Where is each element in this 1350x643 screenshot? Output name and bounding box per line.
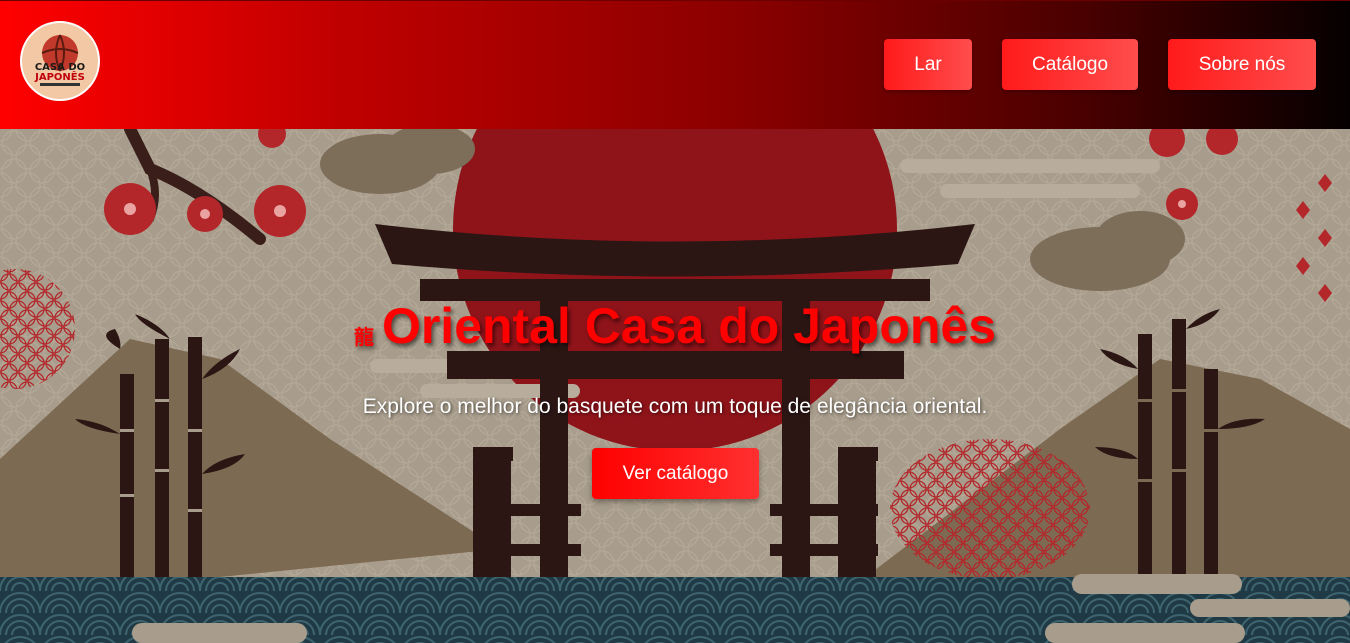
nav-about-button[interactable]: Sobre nós: [1168, 39, 1316, 90]
logo-text-line2: JAPONÊS: [34, 70, 85, 83]
basketball-logo-icon: CASA DO JAPONÊS: [34, 34, 85, 86]
site-logo[interactable]: CASA DO JAPONÊS: [20, 21, 100, 101]
page: CASA DO JAPONÊS Lar Catálogo Sobre nós 龍…: [0, 0, 1350, 643]
hero-title: 龍 Oriental Casa do Japonês: [0, 297, 1350, 355]
site-header: CASA DO JAPONÊS Lar Catálogo Sobre nós: [0, 0, 1350, 129]
hero-subtitle: Explore o melhor do basquete com um toqu…: [362, 395, 988, 418]
view-catalog-button[interactable]: Ver catálogo: [592, 448, 759, 499]
dragon-kanji-icon: 龍: [353, 327, 374, 350]
hero-banner: 龍 Oriental Casa do Japonês Explore o melh…: [0, 129, 1350, 643]
hero-background-illustration: [0, 129, 1350, 643]
nav-home-button[interactable]: Lar: [884, 39, 972, 90]
hero-title-text: Oriental Casa do Japonês: [381, 298, 997, 354]
nav-catalog-button[interactable]: Catálogo: [1002, 39, 1138, 90]
